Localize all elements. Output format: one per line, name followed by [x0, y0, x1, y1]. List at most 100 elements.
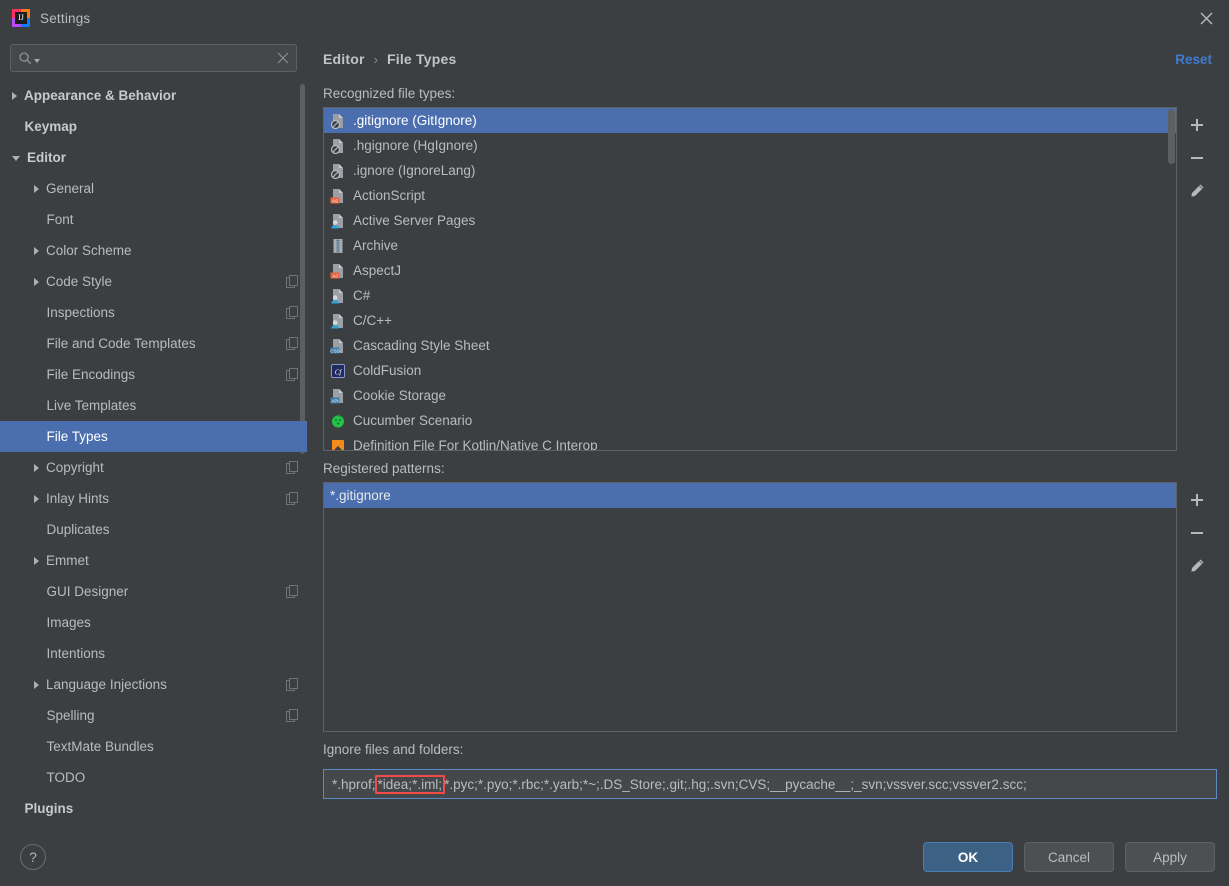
- pattern-row[interactable]: *.gitignore: [324, 483, 1176, 508]
- sidebar-item-label: TextMate Bundles: [46, 739, 154, 754]
- ignore-file-icon: [330, 113, 346, 129]
- breadcrumb-item-editor[interactable]: Editor: [323, 51, 365, 67]
- chevron-right-icon[interactable]: [34, 556, 39, 565]
- add-pattern-button[interactable]: [1182, 485, 1212, 515]
- chevron-right-icon[interactable]: [34, 246, 39, 255]
- sidebar-item-inspections[interactable]: Inspections: [0, 297, 307, 328]
- sidebar-item-label: General: [46, 181, 95, 196]
- sidebar-item-appearance-behavior[interactable]: Appearance & Behavior: [0, 80, 307, 111]
- ignore-file-icon: [330, 138, 346, 154]
- sidebar-item-label: Images: [46, 615, 91, 630]
- cancel-button[interactable]: Cancel: [1024, 842, 1114, 872]
- svg-text:AS: AS: [332, 198, 338, 203]
- clear-icon[interactable]: [276, 51, 290, 65]
- file-type-label: .hgignore (HgIgnore): [353, 138, 478, 153]
- file-type-label: ColdFusion: [353, 363, 422, 378]
- sidebar-item-plugins[interactable]: Plugins: [0, 793, 307, 824]
- chevron-right-icon[interactable]: [34, 494, 39, 503]
- chevron-right-icon[interactable]: [34, 184, 39, 193]
- svg-text:Cf: Cf: [335, 368, 343, 376]
- archive-file-icon: [330, 238, 346, 254]
- file-type-row[interactable]: .gitignore (GitIgnore): [324, 108, 1176, 133]
- chevron-right-icon[interactable]: [34, 680, 39, 689]
- sidebar-item-gui-designer[interactable]: GUI Designer: [0, 576, 307, 607]
- sidebar-item-keymap[interactable]: Keymap: [0, 111, 307, 142]
- file-type-row[interactable]: API Cookie Storage: [324, 383, 1176, 408]
- remove-pattern-button[interactable]: [1182, 518, 1212, 548]
- recognized-list-scrollbar-thumb[interactable]: [1168, 109, 1175, 164]
- file-type-row[interactable]: Active Server Pages: [324, 208, 1176, 233]
- sidebar-item-font[interactable]: Font: [0, 204, 307, 235]
- file-type-row[interactable]: Definition File For Kotlin/Native C Inte…: [324, 433, 1176, 451]
- file-type-row[interactable]: Cf ColdFusion: [324, 358, 1176, 383]
- sidebar-item-intentions[interactable]: Intentions: [0, 638, 307, 669]
- file-type-row[interactable]: Archive: [324, 233, 1176, 258]
- ok-button[interactable]: OK: [923, 842, 1013, 872]
- plus-icon: [1188, 116, 1206, 134]
- sidebar-item-file-encodings[interactable]: File Encodings: [0, 359, 307, 390]
- recognized-file-types-list[interactable]: .gitignore (GitIgnore) .hgignore (HgIgnor…: [323, 107, 1177, 451]
- sidebar-item-label: Duplicates: [46, 522, 110, 537]
- file-type-label: Definition File For Kotlin/Native C Inte…: [353, 438, 598, 451]
- sidebar-item-file-and-code-templates[interactable]: File and Code Templates: [0, 328, 307, 359]
- file-type-row[interactable]: AJ AspectJ: [324, 258, 1176, 283]
- sidebar-item-language-injections[interactable]: Language Injections: [0, 669, 307, 700]
- sidebar-item-color-scheme[interactable]: Color Scheme: [0, 235, 307, 266]
- file-type-row[interactable]: CSS Cascading Style Sheet: [324, 333, 1176, 358]
- sidebar-item-editor[interactable]: Editor: [0, 142, 307, 173]
- minus-icon: [1188, 149, 1206, 167]
- sidebar-item-textmate-bundles[interactable]: TextMate Bundles: [0, 731, 307, 762]
- chevron-down-icon[interactable]: [12, 156, 20, 161]
- sidebar-item-label: Keymap: [24, 119, 78, 134]
- help-button[interactable]: ?: [20, 844, 46, 870]
- pencil-icon: [1188, 557, 1206, 575]
- sidebar-item-emmet[interactable]: Emmet: [0, 545, 307, 576]
- file-type-row[interactable]: .ignore (IgnoreLang): [324, 158, 1176, 183]
- sidebar-item-duplicates[interactable]: Duplicates: [0, 514, 307, 545]
- file-type-label: C/C++: [353, 313, 393, 328]
- search-input[interactable]: [40, 50, 276, 66]
- sidebar-item-code-style[interactable]: Code Style: [0, 266, 307, 297]
- add-file-type-button[interactable]: [1182, 110, 1212, 140]
- sidebar-item-copyright[interactable]: Copyright: [0, 452, 307, 483]
- sidebar-item-label: Language Injections: [46, 677, 167, 692]
- actionscript-file-icon: AS: [330, 188, 346, 204]
- file-type-label: AspectJ: [353, 263, 402, 278]
- sidebar-item-label: Plugins: [24, 801, 74, 816]
- pattern-label: *.gitignore: [330, 488, 391, 503]
- file-type-row[interactable]: AS ActionScript: [324, 183, 1176, 208]
- remove-file-type-button[interactable]: [1182, 143, 1212, 173]
- file-type-label: Cascading Style Sheet: [353, 338, 490, 353]
- file-type-row[interactable]: .hgignore (HgIgnore): [324, 133, 1176, 158]
- ignore-files-input[interactable]: *.hprof; *idea;*.iml; *.pyc;*.pyo;*.rbc;…: [323, 769, 1217, 799]
- search-box[interactable]: [10, 44, 297, 72]
- asp-file-icon: [330, 213, 346, 229]
- file-type-row[interactable]: C/C++: [324, 308, 1176, 333]
- file-type-row[interactable]: Cucumber Scenario: [324, 408, 1176, 433]
- ignore-text-suffix: *.pyc;*.pyo;*.rbc;*.yarb;*~;.DS_Store;.g…: [444, 776, 1027, 792]
- chevron-right-icon[interactable]: [34, 463, 39, 472]
- registered-patterns-label: Registered patterns:: [323, 461, 445, 476]
- sidebar-item-todo[interactable]: TODO: [0, 762, 307, 793]
- sidebar-item-inlay-hints[interactable]: Inlay Hints: [0, 483, 307, 514]
- coldfusion-file-icon: Cf: [330, 363, 346, 379]
- edit-pattern-button[interactable]: [1182, 551, 1212, 581]
- file-type-row[interactable]: C#: [324, 283, 1176, 308]
- sidebar-item-label: Inspections: [46, 305, 115, 320]
- css-file-icon: CSS: [330, 338, 346, 354]
- chevron-right-icon[interactable]: [34, 277, 39, 286]
- sidebar-item-spelling[interactable]: Spelling: [0, 700, 307, 731]
- intellij-idea-icon: IJ: [12, 9, 30, 27]
- close-icon[interactable]: [1183, 0, 1229, 36]
- sidebar-item-general[interactable]: General: [0, 173, 307, 204]
- breadcrumb-item-file-types: File Types: [387, 51, 457, 67]
- apply-button[interactable]: Apply: [1125, 842, 1215, 872]
- registered-patterns-list[interactable]: *.gitignore: [323, 482, 1177, 732]
- sidebar-item-file-types[interactable]: File Types: [0, 421, 307, 452]
- edit-file-type-button[interactable]: [1182, 176, 1212, 206]
- sidebar-item-images[interactable]: Images: [0, 607, 307, 638]
- reset-link[interactable]: Reset: [1175, 52, 1217, 67]
- sidebar-item-live-templates[interactable]: Live Templates: [0, 390, 307, 421]
- chevron-right-icon[interactable]: [12, 91, 17, 100]
- settings-tree[interactable]: Appearance & Behavior Keymap Editor General…: [0, 78, 307, 828]
